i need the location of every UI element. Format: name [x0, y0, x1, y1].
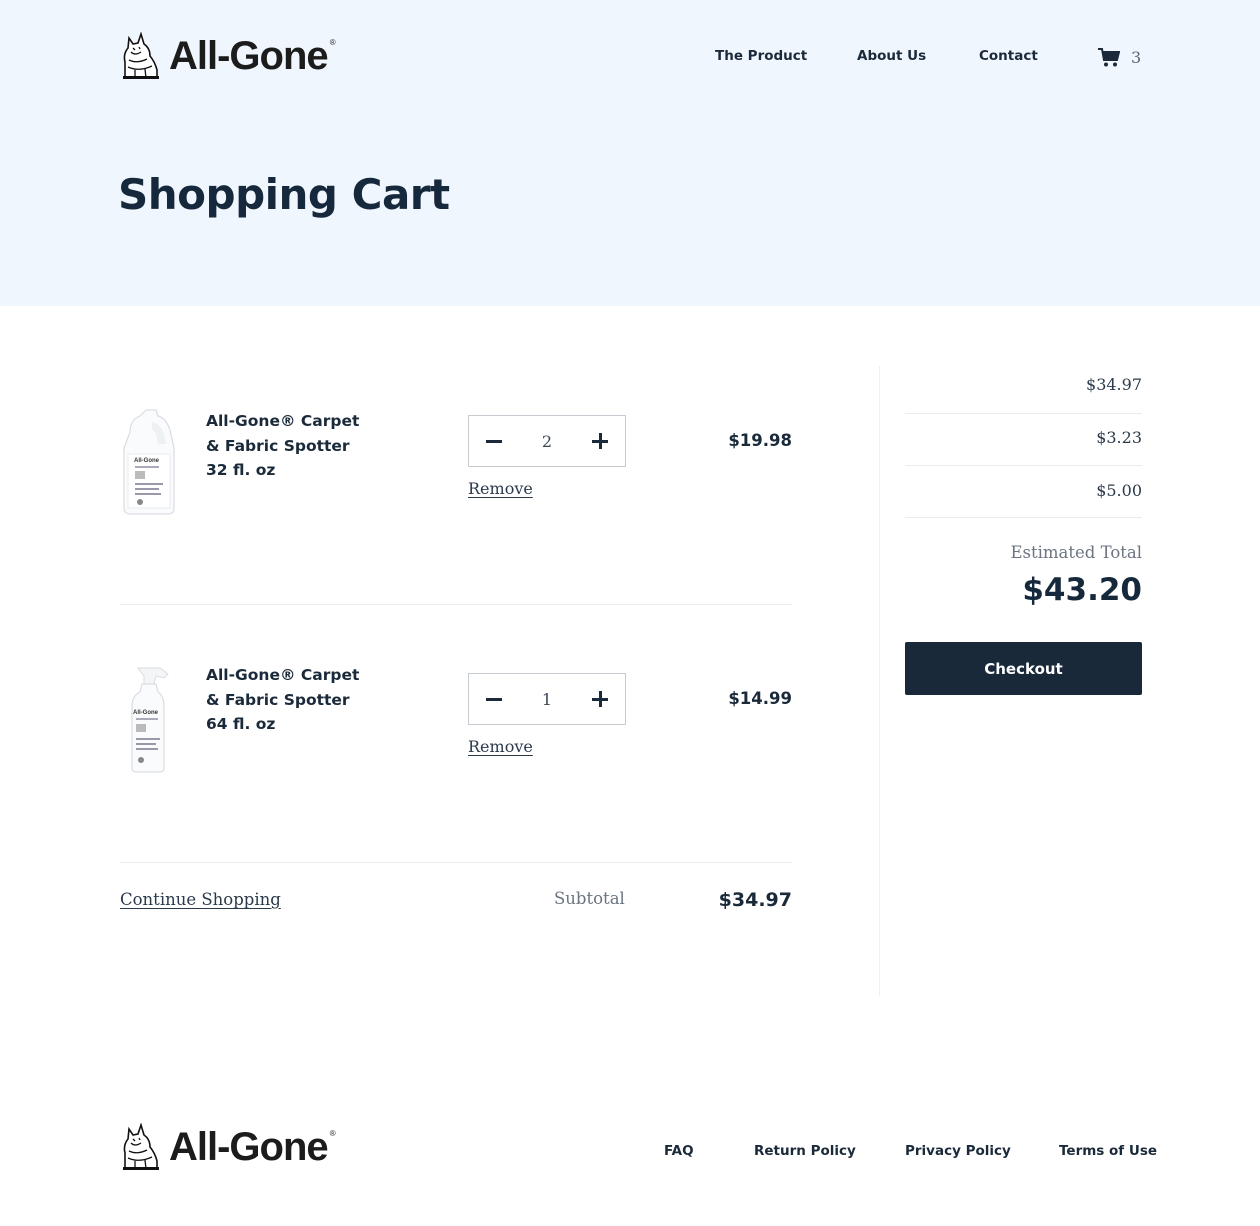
cart-icon — [1098, 48, 1120, 67]
footer-link-faq[interactable]: FAQ — [664, 1143, 694, 1159]
quantity-value[interactable]: 1 — [542, 690, 552, 709]
quantity-stepper: 1 — [468, 673, 626, 725]
decrease-quantity-button[interactable] — [485, 432, 503, 450]
cart-count: 3 — [1131, 47, 1142, 67]
cat-logo-icon — [123, 1123, 159, 1170]
increase-quantity-button[interactable] — [591, 432, 609, 450]
remove-item-link[interactable]: Remove — [468, 479, 533, 498]
item-name-line: & Fabric Spotter — [206, 690, 350, 709]
remove-item-link[interactable]: Remove — [468, 737, 533, 756]
gallon-jug-product-image[interactable]: All-Gone — [120, 408, 178, 518]
item-name-line: & Fabric Spotter — [206, 436, 350, 455]
brand-wordmark: All-Gone ® — [169, 1124, 336, 1169]
checkout-button[interactable]: Checkout — [905, 642, 1142, 695]
quantity-value[interactable]: 2 — [542, 432, 552, 451]
estimated-total-value: $43.20 — [1022, 572, 1142, 608]
cat-logo-icon — [123, 32, 159, 79]
quantity-stepper: 2 — [468, 415, 626, 467]
continue-shopping-link[interactable]: Continue Shopping — [120, 890, 281, 909]
footer-link-privacy-policy[interactable]: Privacy Policy — [905, 1143, 1011, 1159]
item-price: $19.98 — [728, 431, 792, 450]
summary-row-tax: $3.23 — [1096, 428, 1142, 447]
footer-logo[interactable]: All-Gone ® — [119, 1123, 336, 1171]
nav-contact[interactable]: Contact — [979, 48, 1038, 64]
item-size: 64 fl. oz — [206, 715, 276, 733]
brand-wordmark: All-Gone ® — [169, 33, 336, 78]
divider — [905, 465, 1142, 466]
summary-row-shipping: $5.00 — [1096, 481, 1142, 500]
page-title: Shopping Cart — [118, 170, 450, 219]
estimated-total-label: Estimated Total — [1010, 543, 1142, 562]
divider — [120, 862, 792, 863]
subtotal-value: $34.97 — [718, 889, 792, 911]
item-name-line: All-Gone® Carpet — [206, 412, 360, 430]
divider — [905, 517, 1142, 518]
decrease-quantity-button[interactable] — [485, 690, 503, 708]
subtotal-label: Subtotal — [554, 889, 625, 908]
svg-text:All-Gone: All-Gone — [134, 458, 160, 464]
increase-quantity-button[interactable] — [591, 690, 609, 708]
divider — [120, 604, 792, 605]
cart-item: All-Gone All-Gone® Carpet & Fabric Spott… — [120, 666, 792, 786]
cart-item: All-Gone All-Gone® Carpet & Fabric Spott… — [120, 408, 792, 528]
item-name[interactable]: All-Gone® Carpet & Fabric Spotter 32 fl.… — [206, 409, 376, 483]
item-size: 32 fl. oz — [206, 461, 276, 479]
footer-link-return-policy[interactable]: Return Policy — [754, 1143, 856, 1159]
cart-button[interactable]: 3 — [1098, 46, 1141, 68]
vertical-divider — [879, 366, 880, 996]
spray-bottle-product-image[interactable]: All-Gone — [120, 666, 178, 776]
svg-text:All-Gone: All-Gone — [133, 710, 159, 716]
header-logo[interactable]: All-Gone ® — [119, 32, 336, 80]
nav-the-product[interactable]: The Product — [715, 48, 807, 64]
nav-about-us[interactable]: About Us — [857, 48, 926, 64]
summary-row-subtotal: $34.97 — [1086, 375, 1142, 394]
item-name[interactable]: All-Gone® Carpet & Fabric Spotter 64 fl.… — [206, 663, 376, 737]
footer-link-terms-of-use[interactable]: Terms of Use — [1059, 1143, 1157, 1159]
divider — [905, 413, 1142, 414]
item-name-line: All-Gone® Carpet — [206, 666, 360, 684]
item-price: $14.99 — [728, 689, 792, 708]
